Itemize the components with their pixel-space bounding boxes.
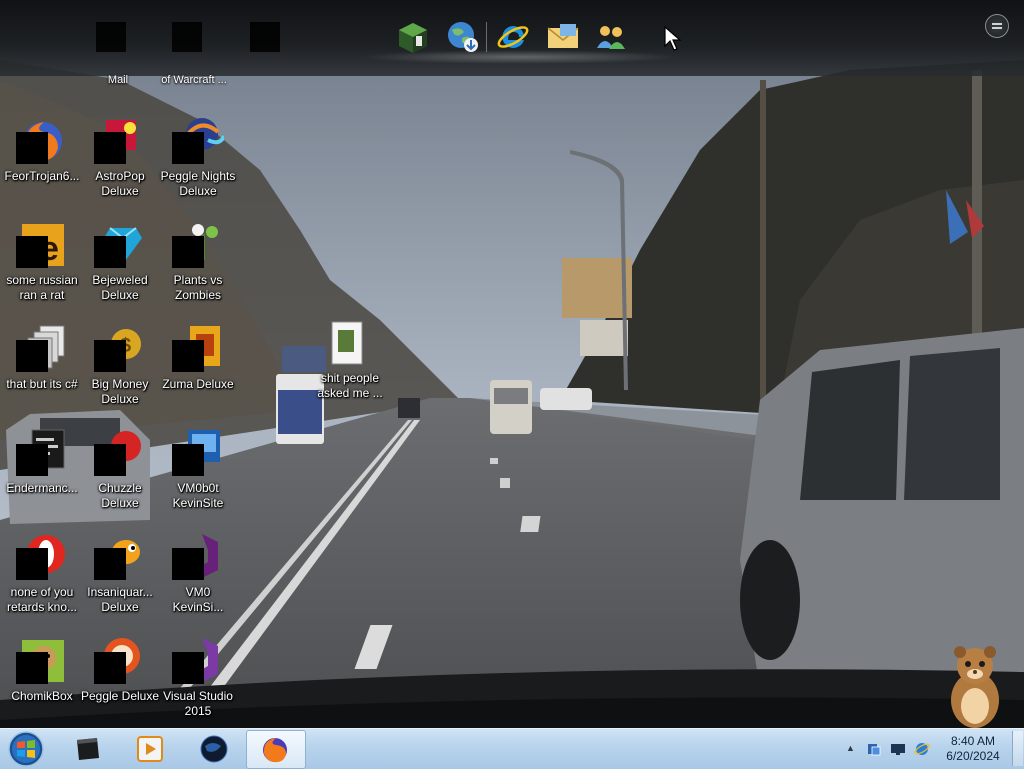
network-icon[interactable] [866,741,882,757]
desktop-icon[interactable]: Plants vs Zombies [158,220,238,316]
desktop-icon[interactable]: Chuzzle Deluxe [80,428,160,524]
taskbar-firefox-button[interactable] [246,730,306,769]
redaction-block [16,236,48,268]
redaction-block [94,444,126,476]
desktop-icon-label: Visual Studio 2015 [163,689,233,718]
document-icon [328,320,378,370]
taskbar: ▲ 8:40 AM 6/20/2024 [0,728,1024,769]
redaction-block [94,548,126,580]
taskbar-globe-button[interactable] [186,730,242,767]
terminal-icon [77,738,99,760]
desktop-icon[interactable]: ChomikBox [2,636,82,732]
dark-globe-icon [200,735,228,763]
dock-menu-button[interactable] [985,14,1009,38]
desktop-icon[interactable]: Endermanc... [2,428,82,524]
messenger-people-icon[interactable] [594,20,628,54]
redaction-block [16,652,48,684]
partial-icon-warcraft[interactable] [172,22,202,52]
minecraft-block-icon[interactable] [396,20,430,54]
mouse-cursor-icon [664,26,682,51]
ie-update-icon[interactable] [914,741,930,757]
desktop-icon-label: Zuma Deluxe [162,377,234,391]
clock-time: 8:40 AM [950,734,996,748]
redaction-block [172,548,204,580]
redaction-block [94,236,126,268]
redaction-block [94,340,126,372]
desktop-icon[interactable]: shit people asked me ... [310,318,390,414]
redaction-block [172,236,204,268]
desktop-icon[interactable]: VM0b0t KevinSite [158,428,238,524]
desktop-icon[interactable]: Peggle Deluxe [80,636,160,732]
redaction-block [16,444,48,476]
desktop-icon[interactable]: Zuma Deluxe [158,324,238,420]
redaction-block [94,132,126,164]
redaction-block [94,652,126,684]
partial-icon-hidden[interactable] [250,22,280,52]
desktop-icon-label: VM0 KevinSi... [172,585,224,614]
taskbar-media-player-button[interactable] [122,730,178,767]
internet-explorer-icon[interactable] [496,20,530,54]
desktop-icon-label: Plants vs Zombies [173,273,223,302]
top-icon-label: of Warcraft ... [161,74,227,86]
system-clock[interactable]: 8:40 AM 6/20/2024 [938,734,1008,764]
redaction-block [172,652,204,684]
partial-icon-mail[interactable] [96,22,126,52]
show-desktop-button[interactable] [1012,731,1023,766]
redaction-block [172,132,204,164]
desktop-icon[interactable]: e some russian ran a rat [2,220,82,316]
start-button[interactable] [4,730,48,768]
taskbar-terminal-button[interactable] [60,730,116,767]
redaction-block [16,340,48,372]
desktop-icon-label: shit people asked me ... [317,371,383,400]
globe-download-icon[interactable] [446,20,480,54]
desktop-icon-label: VM0b0t KevinSite [172,481,224,510]
desktop-icon[interactable]: VM0 KevinSi... [158,532,238,628]
hamster-buddy-icon [951,646,999,728]
desktop-icon[interactable]: FeorTrojan6... [2,116,82,212]
desktop-icon-label: Peggle Nights Deluxe [160,169,236,198]
desktop-icon[interactable]: Insaniquar... Deluxe [80,532,160,628]
monitor-icon[interactable] [890,741,906,757]
firefox-icon [263,738,287,763]
top-icon-label: Mail [107,74,129,86]
redaction-block [172,444,204,476]
clock-date: 6/20/2024 [946,749,1000,763]
desktop-icon[interactable]: AstroPop Deluxe [80,116,160,212]
desktop-icon[interactable]: that but its c# [2,324,82,420]
desktop-icon[interactable]: $ Big MoneyDeluxe [80,324,160,420]
media-player-icon [137,736,163,762]
redaction-block [172,340,204,372]
desktop-icon[interactable]: Bejeweled Deluxe [80,220,160,316]
desktop-icon[interactable]: Visual Studio 2015 [158,636,238,732]
redaction-block [16,548,48,580]
desktop-icon[interactable]: none of you retards kno... [2,532,82,628]
desktop-icon[interactable]: Peggle Nights Deluxe [158,116,238,212]
mail-envelope-icon[interactable] [546,20,580,54]
dock-separator [486,22,487,52]
redaction-block [16,132,48,164]
tray-expand-button[interactable]: ▲ [846,743,856,753]
